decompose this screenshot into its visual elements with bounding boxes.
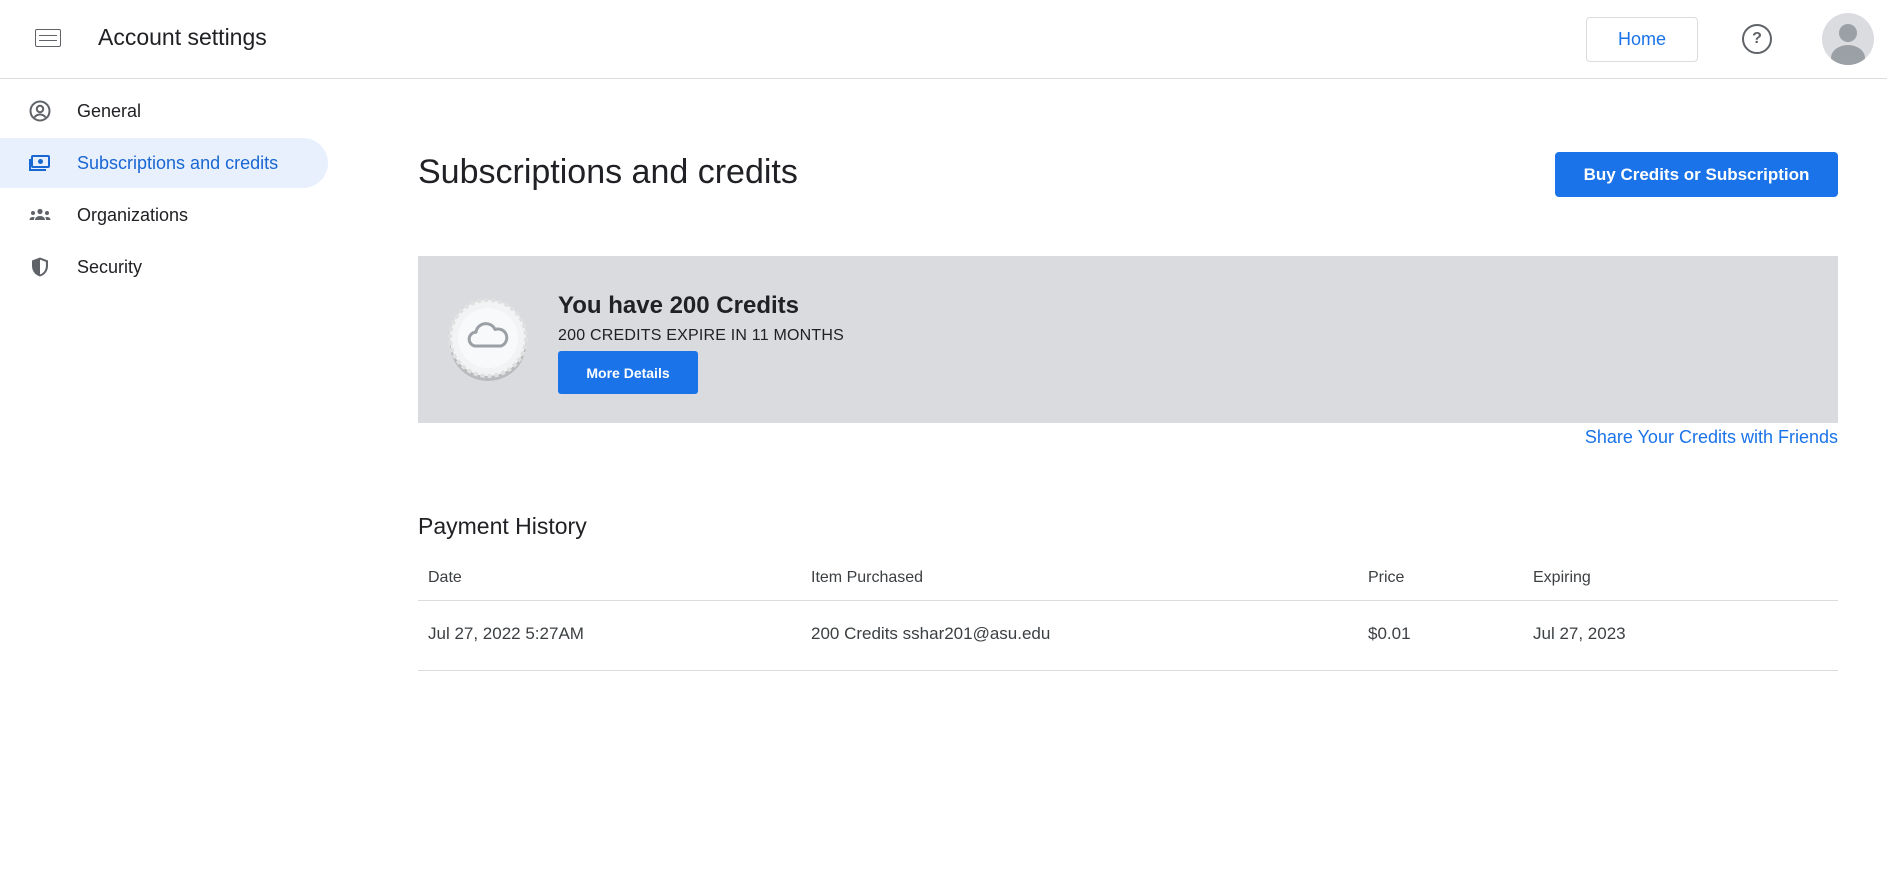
menu-icon xyxy=(35,29,61,47)
cloud-coin-icon xyxy=(448,298,528,382)
help-icon[interactable]: ? xyxy=(1742,24,1772,54)
sidebar-item-organizations[interactable]: Organizations xyxy=(0,190,328,240)
cell-item: 200 Credits sshar201@asu.edu xyxy=(811,624,1051,643)
table-header: Date Item Purchased Price Expiring xyxy=(418,557,1838,601)
cell-price: $0.01 xyxy=(1368,624,1411,643)
payment-history-title: Payment History xyxy=(418,513,587,539)
cell-date: Jul 27, 2022 5:27AM xyxy=(428,624,584,643)
top-bar: Account settings Home ? xyxy=(0,0,1887,79)
shield-icon xyxy=(28,255,52,279)
column-header-expiring: Expiring xyxy=(1533,569,1591,586)
sidebar-nav: General Subscriptions and credits Organi… xyxy=(0,79,330,292)
sidebar-item-label: Organizations xyxy=(77,204,189,225)
credits-title: You have 200 Credits xyxy=(558,292,799,319)
account-circle-icon xyxy=(28,99,52,123)
sidebar-item-subscriptions[interactable]: Subscriptions and credits xyxy=(0,138,328,188)
groups-icon xyxy=(28,203,52,227)
column-header-date: Date xyxy=(428,569,462,586)
credits-card: You have 200 Credits 200 CREDITS EXPIRE … xyxy=(418,256,1838,423)
avatar-head xyxy=(1839,24,1857,42)
credits-expiry-text: 200 CREDITS EXPIRE IN 11 MONTHS xyxy=(558,327,844,344)
column-header-price: Price xyxy=(1368,569,1405,586)
column-header-item: Item Purchased xyxy=(811,569,924,586)
sidebar-item-label: Security xyxy=(77,256,143,277)
share-credits-link[interactable]: Share Your Credits with Friends xyxy=(1585,427,1838,448)
avatar-body xyxy=(1831,45,1865,65)
cell-expiring: Jul 27, 2023 xyxy=(1533,624,1626,643)
sidebar-item-security[interactable]: Security xyxy=(0,242,328,292)
payment-history-table: Date Item Purchased Price Expiring Jul 2… xyxy=(418,557,1838,671)
home-button[interactable]: Home xyxy=(1586,17,1698,62)
more-details-button[interactable]: More Details xyxy=(558,351,698,394)
avatar[interactable] xyxy=(1822,13,1874,65)
sidebar-item-general[interactable]: General xyxy=(0,86,328,136)
sidebar-item-label: General xyxy=(77,100,142,121)
page-title: Subscriptions and credits xyxy=(418,153,798,191)
menu-button[interactable] xyxy=(30,22,66,54)
sidebar-item-label: Subscriptions and credits xyxy=(77,152,279,173)
app-title: Account settings xyxy=(98,24,267,50)
buy-credits-button[interactable]: Buy Credits or Subscription xyxy=(1555,152,1838,197)
payments-icon xyxy=(28,151,52,175)
table-row: Jul 27, 2022 5:27AM 200 Credits sshar201… xyxy=(418,601,1838,671)
